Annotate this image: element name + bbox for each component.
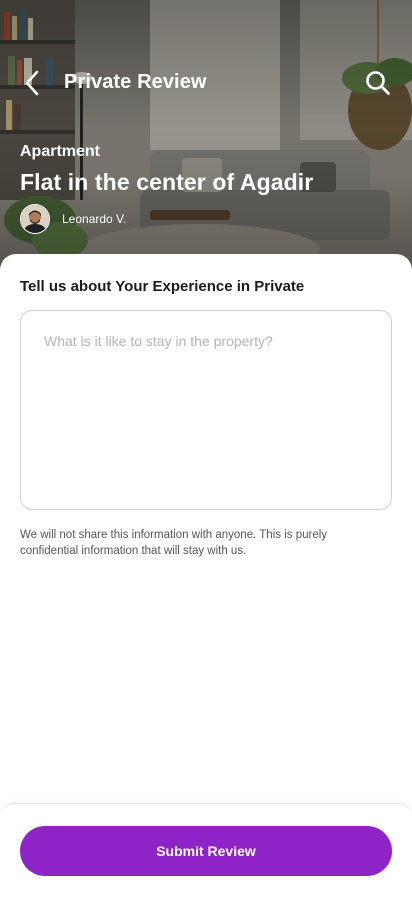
property-title: Flat in the center of Agadir [20, 169, 314, 195]
host-info: Leonardo V. [20, 204, 126, 234]
review-textarea[interactable] [21, 311, 391, 509]
review-heading: Tell us about Your Experience in Private [20, 278, 305, 295]
page-title: Private Review [64, 71, 207, 93]
review-textarea-container [20, 310, 392, 510]
submit-review-button[interactable]: Submit Review [20, 826, 392, 876]
search-button[interactable] [362, 67, 394, 99]
back-button[interactable] [16, 66, 48, 100]
property-type: Apartment [20, 143, 101, 160]
bottom-action-bar: Submit Review [0, 803, 412, 917]
chevron-left-icon [25, 70, 39, 96]
privacy-note: We will not share this information with … [20, 529, 328, 557]
host-avatar-image [21, 205, 49, 233]
host-name: Leonardo V. [62, 212, 127, 226]
search-icon [366, 71, 390, 95]
app-header: Private Review [0, 62, 412, 104]
avatar [20, 204, 50, 234]
